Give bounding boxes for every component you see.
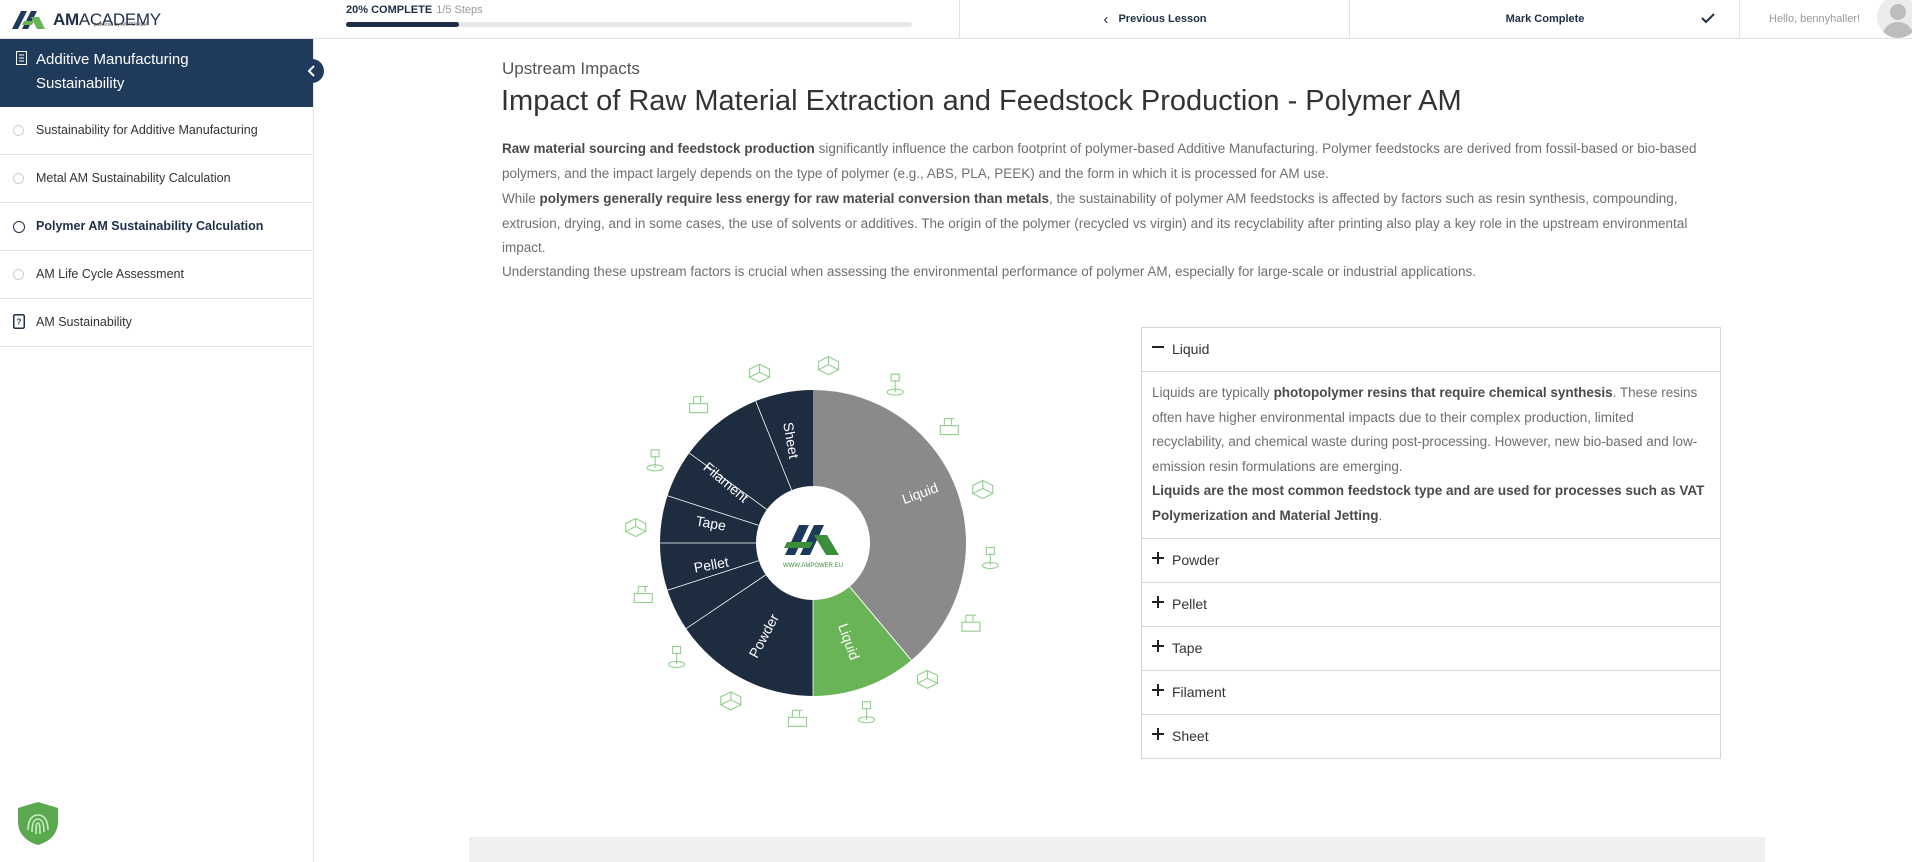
lesson-label: Polymer AM Sustainability Calculation bbox=[36, 219, 264, 233]
lesson-status-icon bbox=[13, 221, 25, 233]
sidebar-item-metal-am-calculation[interactable]: Metal AM Sustainability Calculation bbox=[0, 155, 313, 203]
accordion-label: Liquid bbox=[1172, 341, 1210, 357]
progress-bar bbox=[346, 22, 912, 27]
lesson-label: Sustainability for Additive Manufacturin… bbox=[36, 123, 258, 137]
amacademy-logo[interactable]: AMACADEMY bbox=[12, 5, 161, 33]
machine-outline-icon bbox=[971, 479, 994, 500]
course-document-icon bbox=[16, 51, 27, 65]
machine-outline-icon bbox=[624, 517, 647, 538]
progress-bar-fill bbox=[346, 22, 460, 27]
accordion-header-pellet[interactable]: Pellet bbox=[1142, 583, 1720, 626]
intro-paragraph-3: Understanding these upstream factors is … bbox=[502, 264, 1476, 279]
machine-outline-icon bbox=[939, 418, 959, 436]
course-sidebar: Additive Manufacturing Sustainability Su… bbox=[0, 39, 324, 862]
feedstock-wheel-graphic: WWW.AMPOWER.EU Liquid Liquid Powder Pell… bbox=[624, 356, 999, 727]
logo-tagline: powered by AMPOWER bbox=[94, 22, 148, 28]
machine-outline-icon bbox=[787, 709, 808, 727]
machine-outline-icon bbox=[668, 645, 686, 668]
avatar[interactable] bbox=[1877, 0, 1912, 38]
machine-outline-icon bbox=[748, 363, 771, 383]
course-title: Additive Manufacturing Sustainability bbox=[36, 51, 189, 92]
machine-outline-icon bbox=[961, 614, 981, 632]
footer-navigation-band bbox=[469, 837, 1765, 862]
sidebar-item-am-sustainability-quiz[interactable]: ? AM Sustainability bbox=[0, 299, 313, 347]
accordion-label: Powder bbox=[1172, 552, 1220, 568]
accordion-header-sheet[interactable]: Sheet bbox=[1142, 715, 1720, 758]
user-menu[interactable]: Hello, bennyhaller! bbox=[1739, 0, 1912, 38]
machine-outline-icon bbox=[689, 396, 709, 414]
accordion-label: Tape bbox=[1172, 640, 1203, 656]
lesson-label: Metal AM Sustainability Calculation bbox=[36, 171, 231, 185]
machine-outline-icon bbox=[857, 701, 876, 724]
accordion-item-pellet: Pellet bbox=[1141, 583, 1721, 627]
fingerprint-shield-icon[interactable] bbox=[15, 800, 61, 846]
plus-icon bbox=[1152, 728, 1164, 740]
logo-mark-icon bbox=[12, 11, 45, 29]
plus-icon bbox=[1152, 640, 1164, 652]
intro-paragraph-1: Raw material sourcing and feedstock prod… bbox=[502, 141, 1697, 181]
previous-lesson-button[interactable]: ‹ Previous Lesson bbox=[959, 0, 1350, 38]
accordion-body-liquid: Liquids are typically photopolymer resin… bbox=[1142, 371, 1720, 538]
machine-outline-icon bbox=[633, 585, 653, 604]
sidebar-item-sustainability-for-am[interactable]: Sustainability for Additive Manufacturin… bbox=[0, 107, 313, 155]
accordion-header-powder[interactable]: Powder bbox=[1142, 539, 1720, 582]
wheel-center-url: WWW.AMPOWER.EU bbox=[783, 563, 843, 569]
accordion-header-tape[interactable]: Tape bbox=[1142, 627, 1720, 670]
lesson-list: Sustainability for Additive Manufacturin… bbox=[0, 107, 313, 347]
machine-outline-icon bbox=[719, 691, 743, 711]
lesson-status-icon bbox=[13, 269, 24, 280]
machine-outline-icon bbox=[981, 546, 999, 570]
minus-icon bbox=[1152, 346, 1164, 348]
page-title: Impact of Raw Material Extraction and Fe… bbox=[501, 85, 1462, 117]
accordion-item-powder: Powder bbox=[1141, 539, 1721, 583]
accordion-label: Sheet bbox=[1172, 728, 1209, 744]
sidebar-item-polymer-am-calculation[interactable]: Polymer AM Sustainability Calculation bbox=[0, 203, 313, 251]
chevron-left-icon bbox=[307, 65, 315, 77]
intro-paragraph-2: While polymers generally require less en… bbox=[502, 191, 1688, 255]
accordion-item-liquid: Liquid Liquids are typically photopolyme… bbox=[1141, 327, 1721, 539]
chevron-left-icon: ‹ bbox=[1103, 10, 1109, 28]
check-icon bbox=[1701, 13, 1715, 24]
lesson-label: AM Life Cycle Assessment bbox=[36, 267, 184, 281]
progress-label: 20% COMPLETE 1/5 Steps bbox=[346, 4, 483, 16]
lesson-status-icon bbox=[13, 173, 24, 184]
user-greeting: Hello, bennyhaller! bbox=[1769, 13, 1861, 25]
quiz-icon: ? bbox=[13, 314, 25, 329]
plus-icon bbox=[1152, 684, 1164, 696]
accordion-header-liquid[interactable]: Liquid bbox=[1142, 328, 1720, 371]
machine-outline-icon bbox=[817, 356, 840, 376]
machine-outline-icon bbox=[886, 373, 904, 396]
previous-lesson-label: Previous Lesson bbox=[1118, 13, 1207, 25]
course-title-block[interactable]: Additive Manufacturing Sustainability bbox=[0, 39, 313, 107]
accordion-label: Filament bbox=[1172, 684, 1226, 700]
user-avatar-icon bbox=[1877, 0, 1912, 38]
feedstock-accordion: Liquid Liquids are typically photopolyme… bbox=[1141, 327, 1721, 759]
accordion-item-filament: Filament bbox=[1141, 671, 1721, 715]
mark-complete-label: Mark Complete bbox=[1505, 13, 1585, 25]
collapse-sidebar-button[interactable] bbox=[300, 59, 324, 83]
accordion-item-sheet: Sheet bbox=[1141, 715, 1721, 759]
lesson-label: AM Sustainability bbox=[36, 315, 132, 329]
section-kicker: Upstream Impacts bbox=[502, 59, 640, 78]
accordion-label: Pellet bbox=[1172, 596, 1208, 612]
mark-complete-button[interactable]: Mark Complete bbox=[1349, 0, 1740, 38]
lesson-status-icon bbox=[13, 125, 24, 136]
svg-text:?: ? bbox=[17, 318, 22, 327]
top-header: AMACADEMY powered by AMPOWER 20% COMPLET… bbox=[0, 0, 1912, 39]
machine-outline-icon bbox=[916, 669, 939, 689]
plus-icon bbox=[1152, 552, 1164, 564]
accordion-item-tape: Tape bbox=[1141, 627, 1721, 671]
course-progress: 20% COMPLETE 1/5 Steps bbox=[346, 4, 912, 27]
plus-icon bbox=[1152, 596, 1164, 608]
accordion-header-filament[interactable]: Filament bbox=[1142, 671, 1720, 714]
machine-outline-icon bbox=[646, 449, 664, 472]
sidebar-item-am-life-cycle-assessment[interactable]: AM Life Cycle Assessment bbox=[0, 251, 313, 299]
